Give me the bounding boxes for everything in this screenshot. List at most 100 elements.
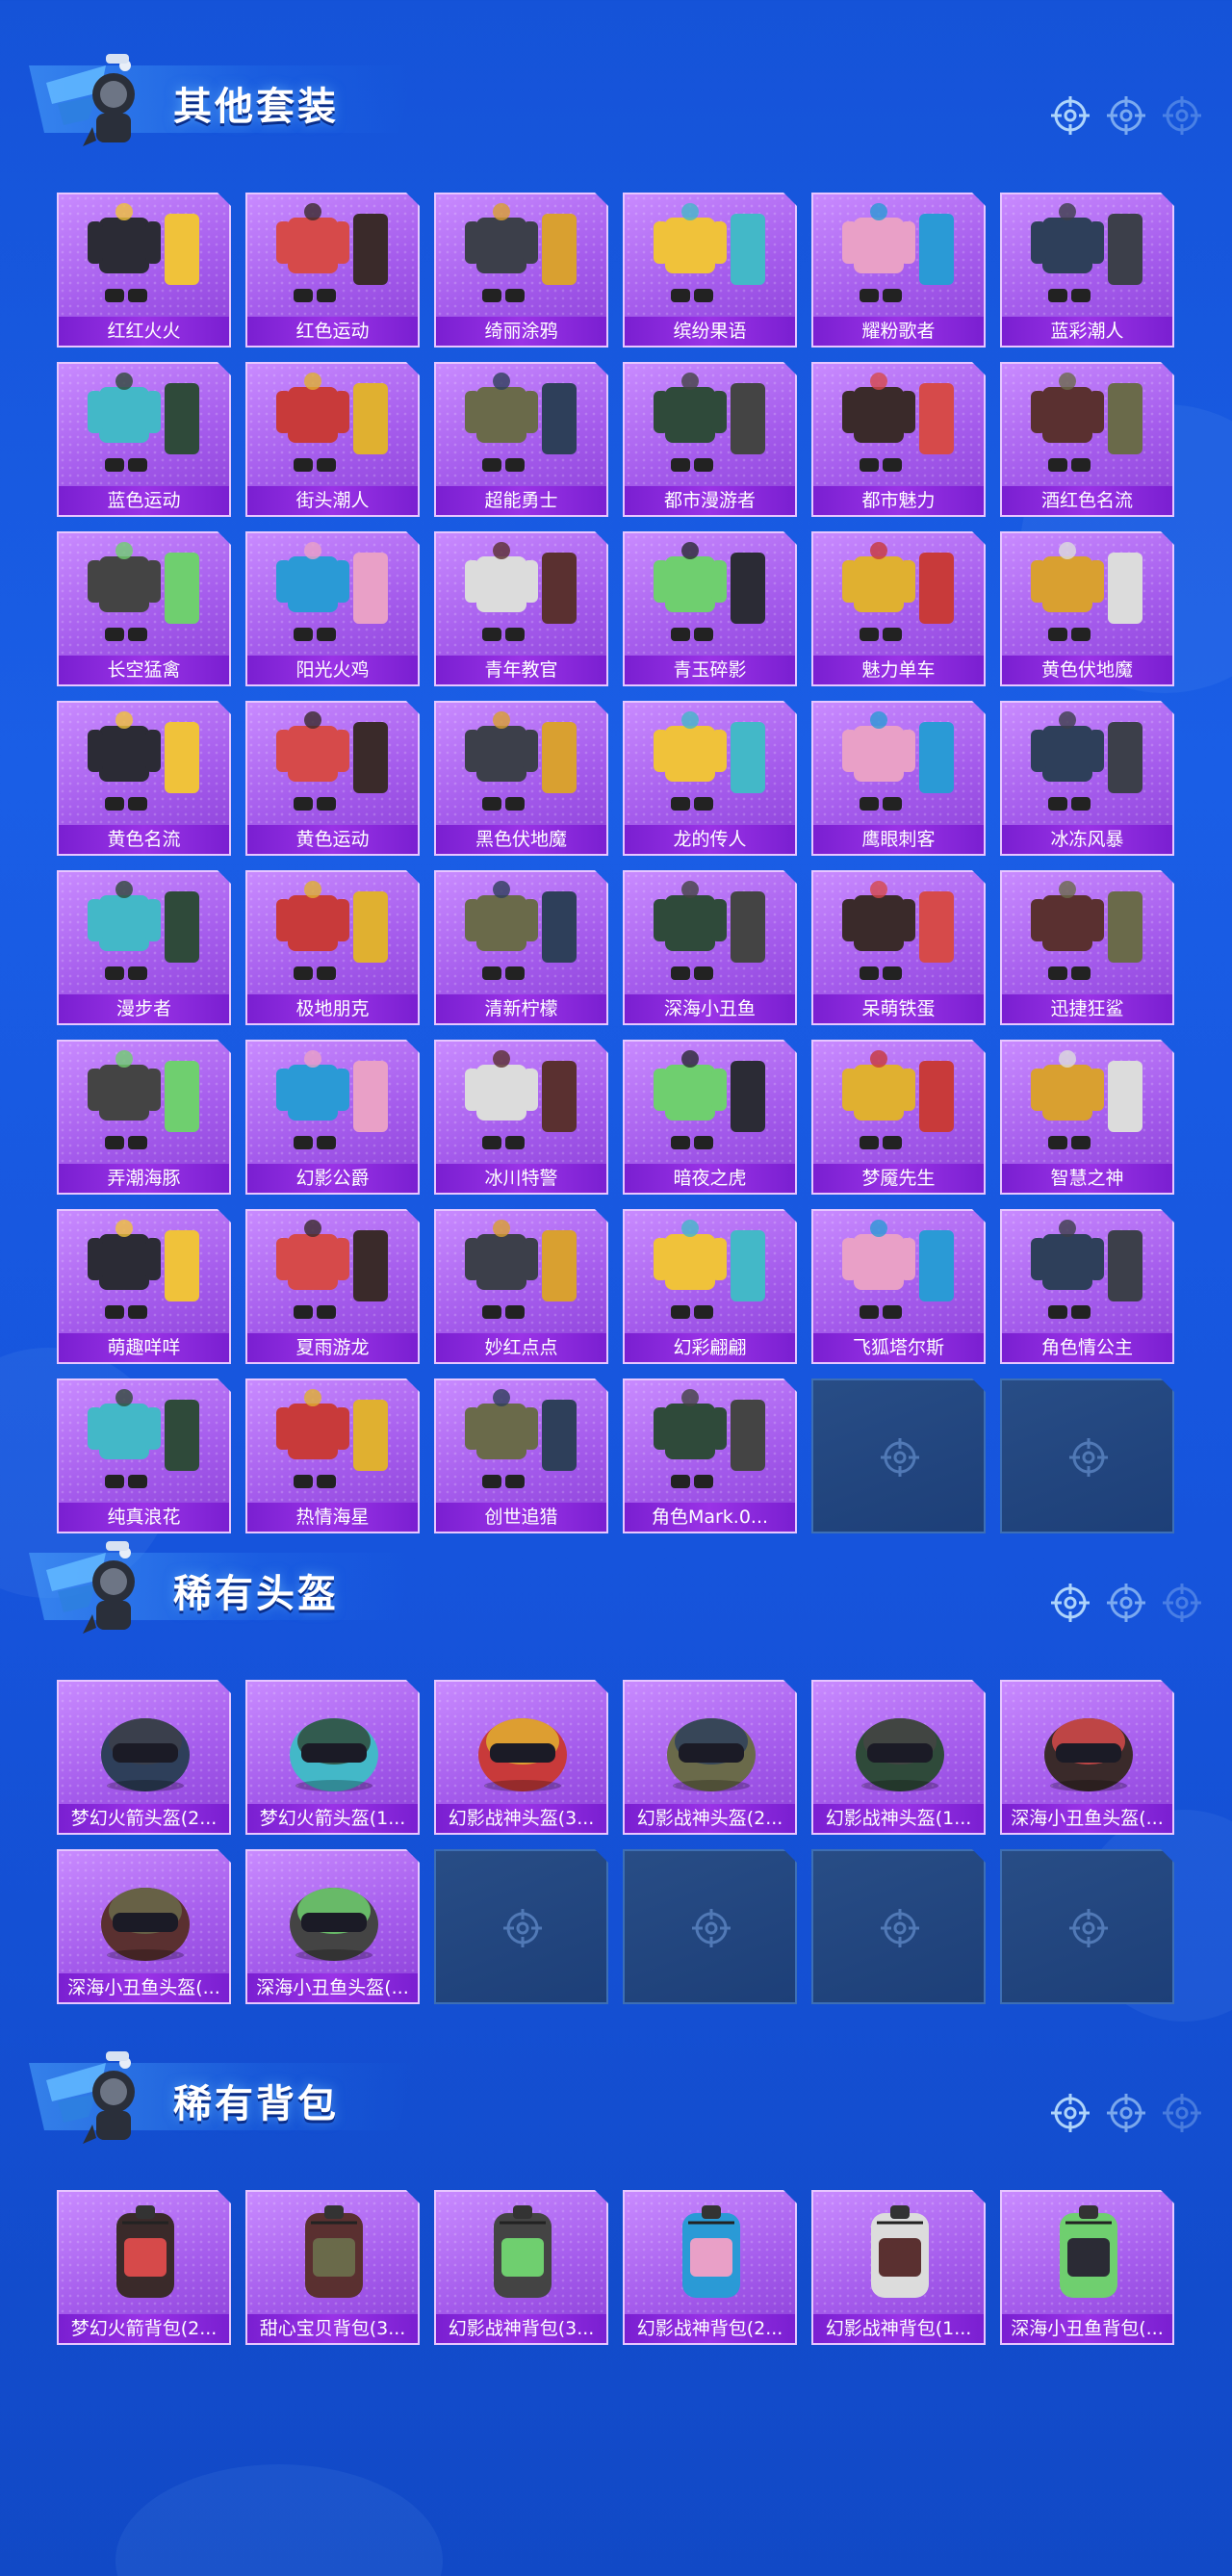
crosshair-icon: [1049, 1582, 1091, 1624]
item-card[interactable]: 青玉碎影: [623, 531, 797, 686]
item-card[interactable]: 萌趣咩咩: [57, 1209, 231, 1364]
outfit-image: [833, 202, 967, 314]
outfit-image: [267, 880, 401, 992]
item-card[interactable]: 飞狐塔尔斯: [811, 1209, 986, 1364]
outfit-image: [78, 1049, 213, 1161]
item-card[interactable]: 甜心宝贝背包(3...: [245, 2190, 420, 2345]
item-card[interactable]: 幻影战神背包(2...: [623, 2190, 797, 2345]
item-card[interactable]: 幻彩翩翩: [623, 1209, 797, 1364]
helmet-image: [644, 1689, 779, 1801]
item-card[interactable]: 黑色伏地魔: [434, 701, 608, 856]
item-card[interactable]: 冰冻风暴: [1000, 701, 1174, 856]
item-card[interactable]: 黄色名流: [57, 701, 231, 856]
item-card[interactable]: 梦魇先生: [811, 1040, 986, 1195]
item-card[interactable]: 鹰眼刺客: [811, 701, 986, 856]
item-card[interactable]: 红红火火: [57, 193, 231, 348]
item-card[interactable]: 幻影战神头盔(2...: [623, 1680, 797, 1835]
item-card[interactable]: 角色Mark.0...: [623, 1378, 797, 1533]
item-card[interactable]: 长空猛禽: [57, 531, 231, 686]
helmet-image: [1021, 1689, 1156, 1801]
item-card[interactable]: 弄潮海豚: [57, 1040, 231, 1195]
item-card[interactable]: 魅力单车: [811, 531, 986, 686]
outfit-image: [267, 1219, 401, 1330]
item-name-label: 暗夜之虎: [625, 1164, 795, 1193]
helmet-image: [455, 1689, 590, 1801]
item-card[interactable]: 深海小丑鱼头盔(...: [245, 1849, 420, 2004]
empty-slot: [1000, 1849, 1174, 2004]
item-card[interactable]: 都市魅力: [811, 362, 986, 517]
item-name-label: 耀粉歌者: [813, 317, 984, 346]
item-name-label: 幻彩翩翩: [625, 1333, 795, 1362]
item-card[interactable]: 冰川特警: [434, 1040, 608, 1195]
item-card[interactable]: 阳光火鸡: [245, 531, 420, 686]
item-card[interactable]: 幻影战神背包(1...: [811, 2190, 986, 2345]
item-name-label: 黄色名流: [59, 825, 229, 854]
item-name-label: 幻影战神头盔(2...: [625, 1804, 795, 1833]
item-name-label: 甜心宝贝背包(3...: [247, 2314, 418, 2343]
item-card[interactable]: 梦幻火箭头盔(1...: [245, 1680, 420, 1835]
item-card[interactable]: 黄色运动: [245, 701, 420, 856]
outfit-image: [267, 202, 401, 314]
item-card[interactable]: 深海小丑鱼头盔(...: [1000, 1680, 1174, 1835]
outfit-image: [833, 541, 967, 653]
item-card[interactable]: 角色情公主: [1000, 1209, 1174, 1364]
item-card[interactable]: 幻影战神背包(3...: [434, 2190, 608, 2345]
item-card[interactable]: 幻影战神头盔(1...: [811, 1680, 986, 1835]
item-name-label: 青玉碎影: [625, 656, 795, 684]
outfit-image: [833, 372, 967, 483]
item-card[interactable]: 梦幻火箭头盔(2...: [57, 1680, 231, 1835]
item-card[interactable]: 缤纷果语: [623, 193, 797, 348]
outfit-image: [644, 710, 779, 822]
item-card[interactable]: 蓝色运动: [57, 362, 231, 517]
item-card[interactable]: 深海小丑鱼头盔(...: [57, 1849, 231, 2004]
item-card[interactable]: 热情海星: [245, 1378, 420, 1533]
item-card[interactable]: 红色运动: [245, 193, 420, 348]
item-name-label: 飞狐塔尔斯: [813, 1333, 984, 1362]
item-name-label: 街头潮人: [247, 486, 418, 515]
item-card[interactable]: 创世追猎: [434, 1378, 608, 1533]
item-name-label: 深海小丑鱼头盔(...: [59, 1973, 229, 2002]
item-card[interactable]: 极地朋克: [245, 870, 420, 1025]
item-card[interactable]: 都市漫游者: [623, 362, 797, 517]
item-card[interactable]: 深海小丑鱼背包(...: [1000, 2190, 1174, 2345]
item-card[interactable]: 蓝彩潮人: [1000, 193, 1174, 348]
item-card[interactable]: 妙红点点: [434, 1209, 608, 1364]
item-name-label: 深海小丑鱼背包(...: [1002, 2314, 1172, 2343]
item-name-label: 极地朋克: [247, 994, 418, 1023]
empty-slot: [811, 1849, 986, 2004]
item-name-label: 幻影战神头盔(1...: [813, 1804, 984, 1833]
outfit-image: [78, 710, 213, 822]
item-card[interactable]: 深海小丑鱼: [623, 870, 797, 1025]
item-card[interactable]: 清新柠檬: [434, 870, 608, 1025]
item-card[interactable]: 暗夜之虎: [623, 1040, 797, 1195]
item-card[interactable]: 迅捷狂鲨: [1000, 870, 1174, 1025]
backpack-image: [267, 2200, 401, 2311]
item-card[interactable]: 龙的传人: [623, 701, 797, 856]
item-card[interactable]: 绮丽涂鸦: [434, 193, 608, 348]
outfit-image: [267, 710, 401, 822]
item-card[interactable]: 夏雨游龙: [245, 1209, 420, 1364]
item-card[interactable]: 智慧之神: [1000, 1040, 1174, 1195]
item-card[interactable]: 呆萌铁蛋: [811, 870, 986, 1025]
item-card[interactable]: 幻影战神头盔(3...: [434, 1680, 608, 1835]
helmet-image: [78, 1859, 213, 1971]
item-card[interactable]: 耀粉歌者: [811, 193, 986, 348]
empty-slot: [623, 1849, 797, 2004]
item-card[interactable]: 青年教官: [434, 531, 608, 686]
outfit-image: [78, 880, 213, 992]
item-card[interactable]: 纯真浪花: [57, 1378, 231, 1533]
section-title: 其他套装: [173, 85, 339, 129]
item-card[interactable]: 梦幻火箭背包(2...: [57, 2190, 231, 2345]
outfit-image: [644, 880, 779, 992]
outfit-image: [78, 202, 213, 314]
item-card[interactable]: 黄色伏地魔: [1000, 531, 1174, 686]
item-card[interactable]: 幻影公爵: [245, 1040, 420, 1195]
outfit-image: [833, 1219, 967, 1330]
item-card[interactable]: 超能勇士: [434, 362, 608, 517]
item-card[interactable]: 酒红色名流: [1000, 362, 1174, 517]
outfit-image: [644, 1219, 779, 1330]
item-name-label: 梦幻火箭头盔(1...: [247, 1804, 418, 1833]
item-card[interactable]: 漫步者: [57, 870, 231, 1025]
outfit-image: [1021, 1049, 1156, 1161]
item-card[interactable]: 街头潮人: [245, 362, 420, 517]
